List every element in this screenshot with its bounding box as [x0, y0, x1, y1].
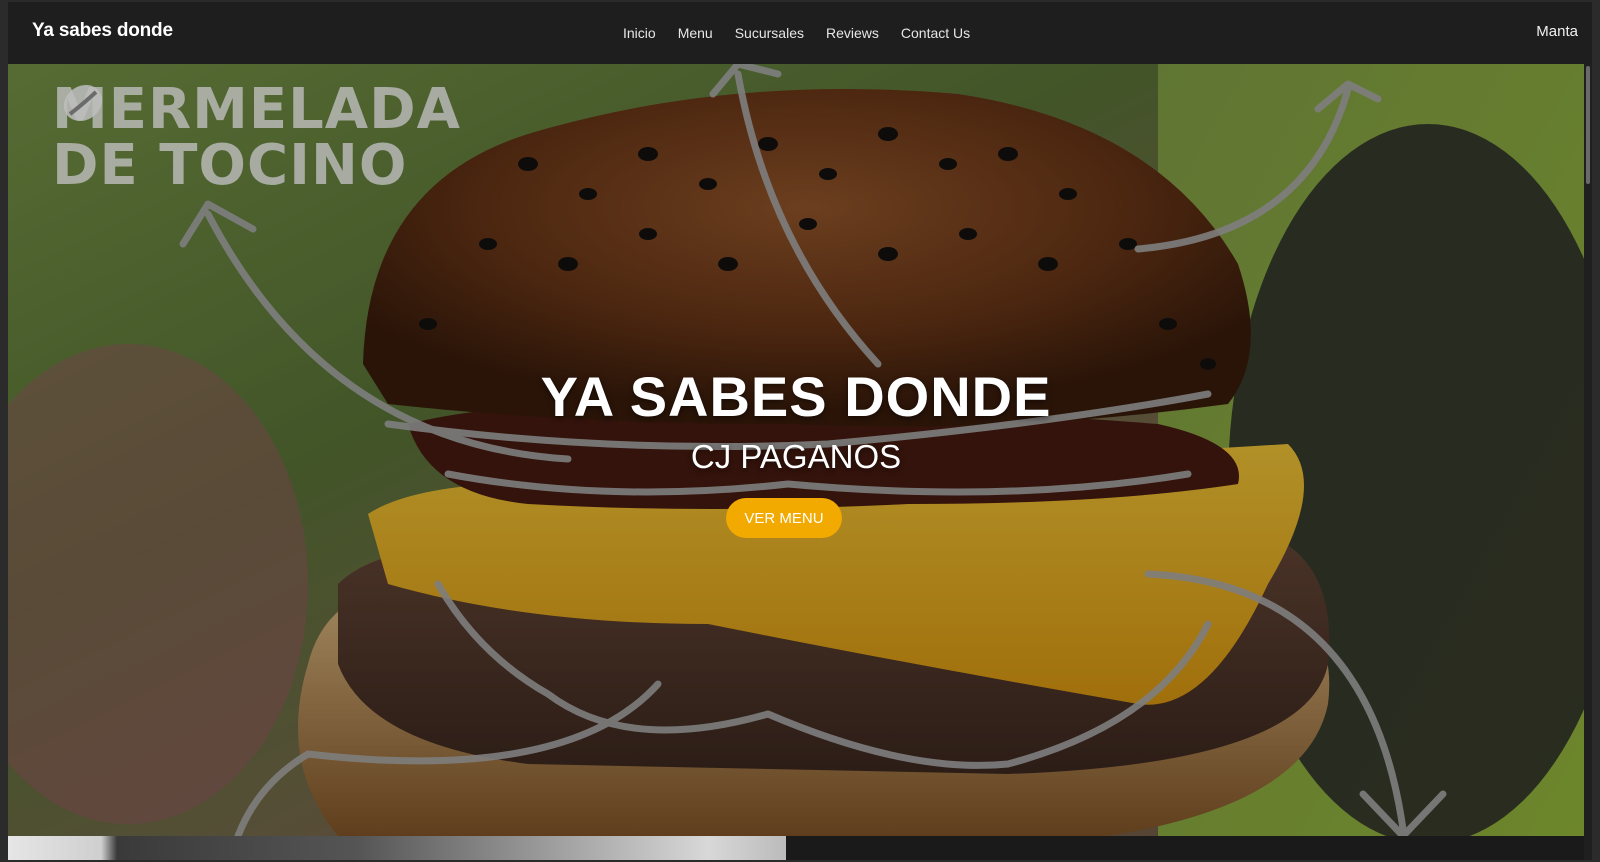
- next-section-preview: [8, 836, 1584, 860]
- coffee-bean-icon: [63, 84, 103, 122]
- ver-menu-button[interactable]: VER MENU: [726, 498, 842, 538]
- watermark-line-2-text: DE TOCINO: [52, 133, 408, 198]
- page-scrollbar[interactable]: [1584, 64, 1592, 860]
- nav-links: Inicio Menu Sucursales Reviews Contact U…: [623, 2, 970, 64]
- hero-title: YA SABES DONDE: [540, 365, 1052, 428]
- nav-link-contact-us[interactable]: Contact Us: [901, 25, 970, 41]
- watermark-text: MERMELADA DE TOCINO: [52, 82, 461, 194]
- scrollbar-thumb[interactable]: [1586, 66, 1590, 184]
- browser-viewport: Ya sabes donde Inicio Menu Sucursales Re…: [8, 2, 1592, 860]
- navbar: Ya sabes donde Inicio Menu Sucursales Re…: [8, 2, 1592, 64]
- nav-link-menu[interactable]: Menu: [678, 25, 713, 41]
- next-section-image: [8, 836, 786, 860]
- nav-link-reviews[interactable]: Reviews: [826, 25, 879, 41]
- nav-link-sucursales[interactable]: Sucursales: [735, 25, 804, 41]
- hero-subtitle: CJ PAGANOS: [690, 438, 902, 475]
- location-selector[interactable]: Manta: [1536, 23, 1578, 40]
- watermark-line-2: DE TOCINO: [52, 84, 461, 194]
- hero-section: MERMELADA DE TOCINO YA SABES DONDE CJ PA…: [8, 64, 1584, 836]
- nav-link-inicio[interactable]: Inicio: [623, 25, 656, 41]
- watermark-line-1: MERMELADA: [52, 77, 461, 142]
- brand-logo[interactable]: Ya sabes donde: [32, 20, 173, 42]
